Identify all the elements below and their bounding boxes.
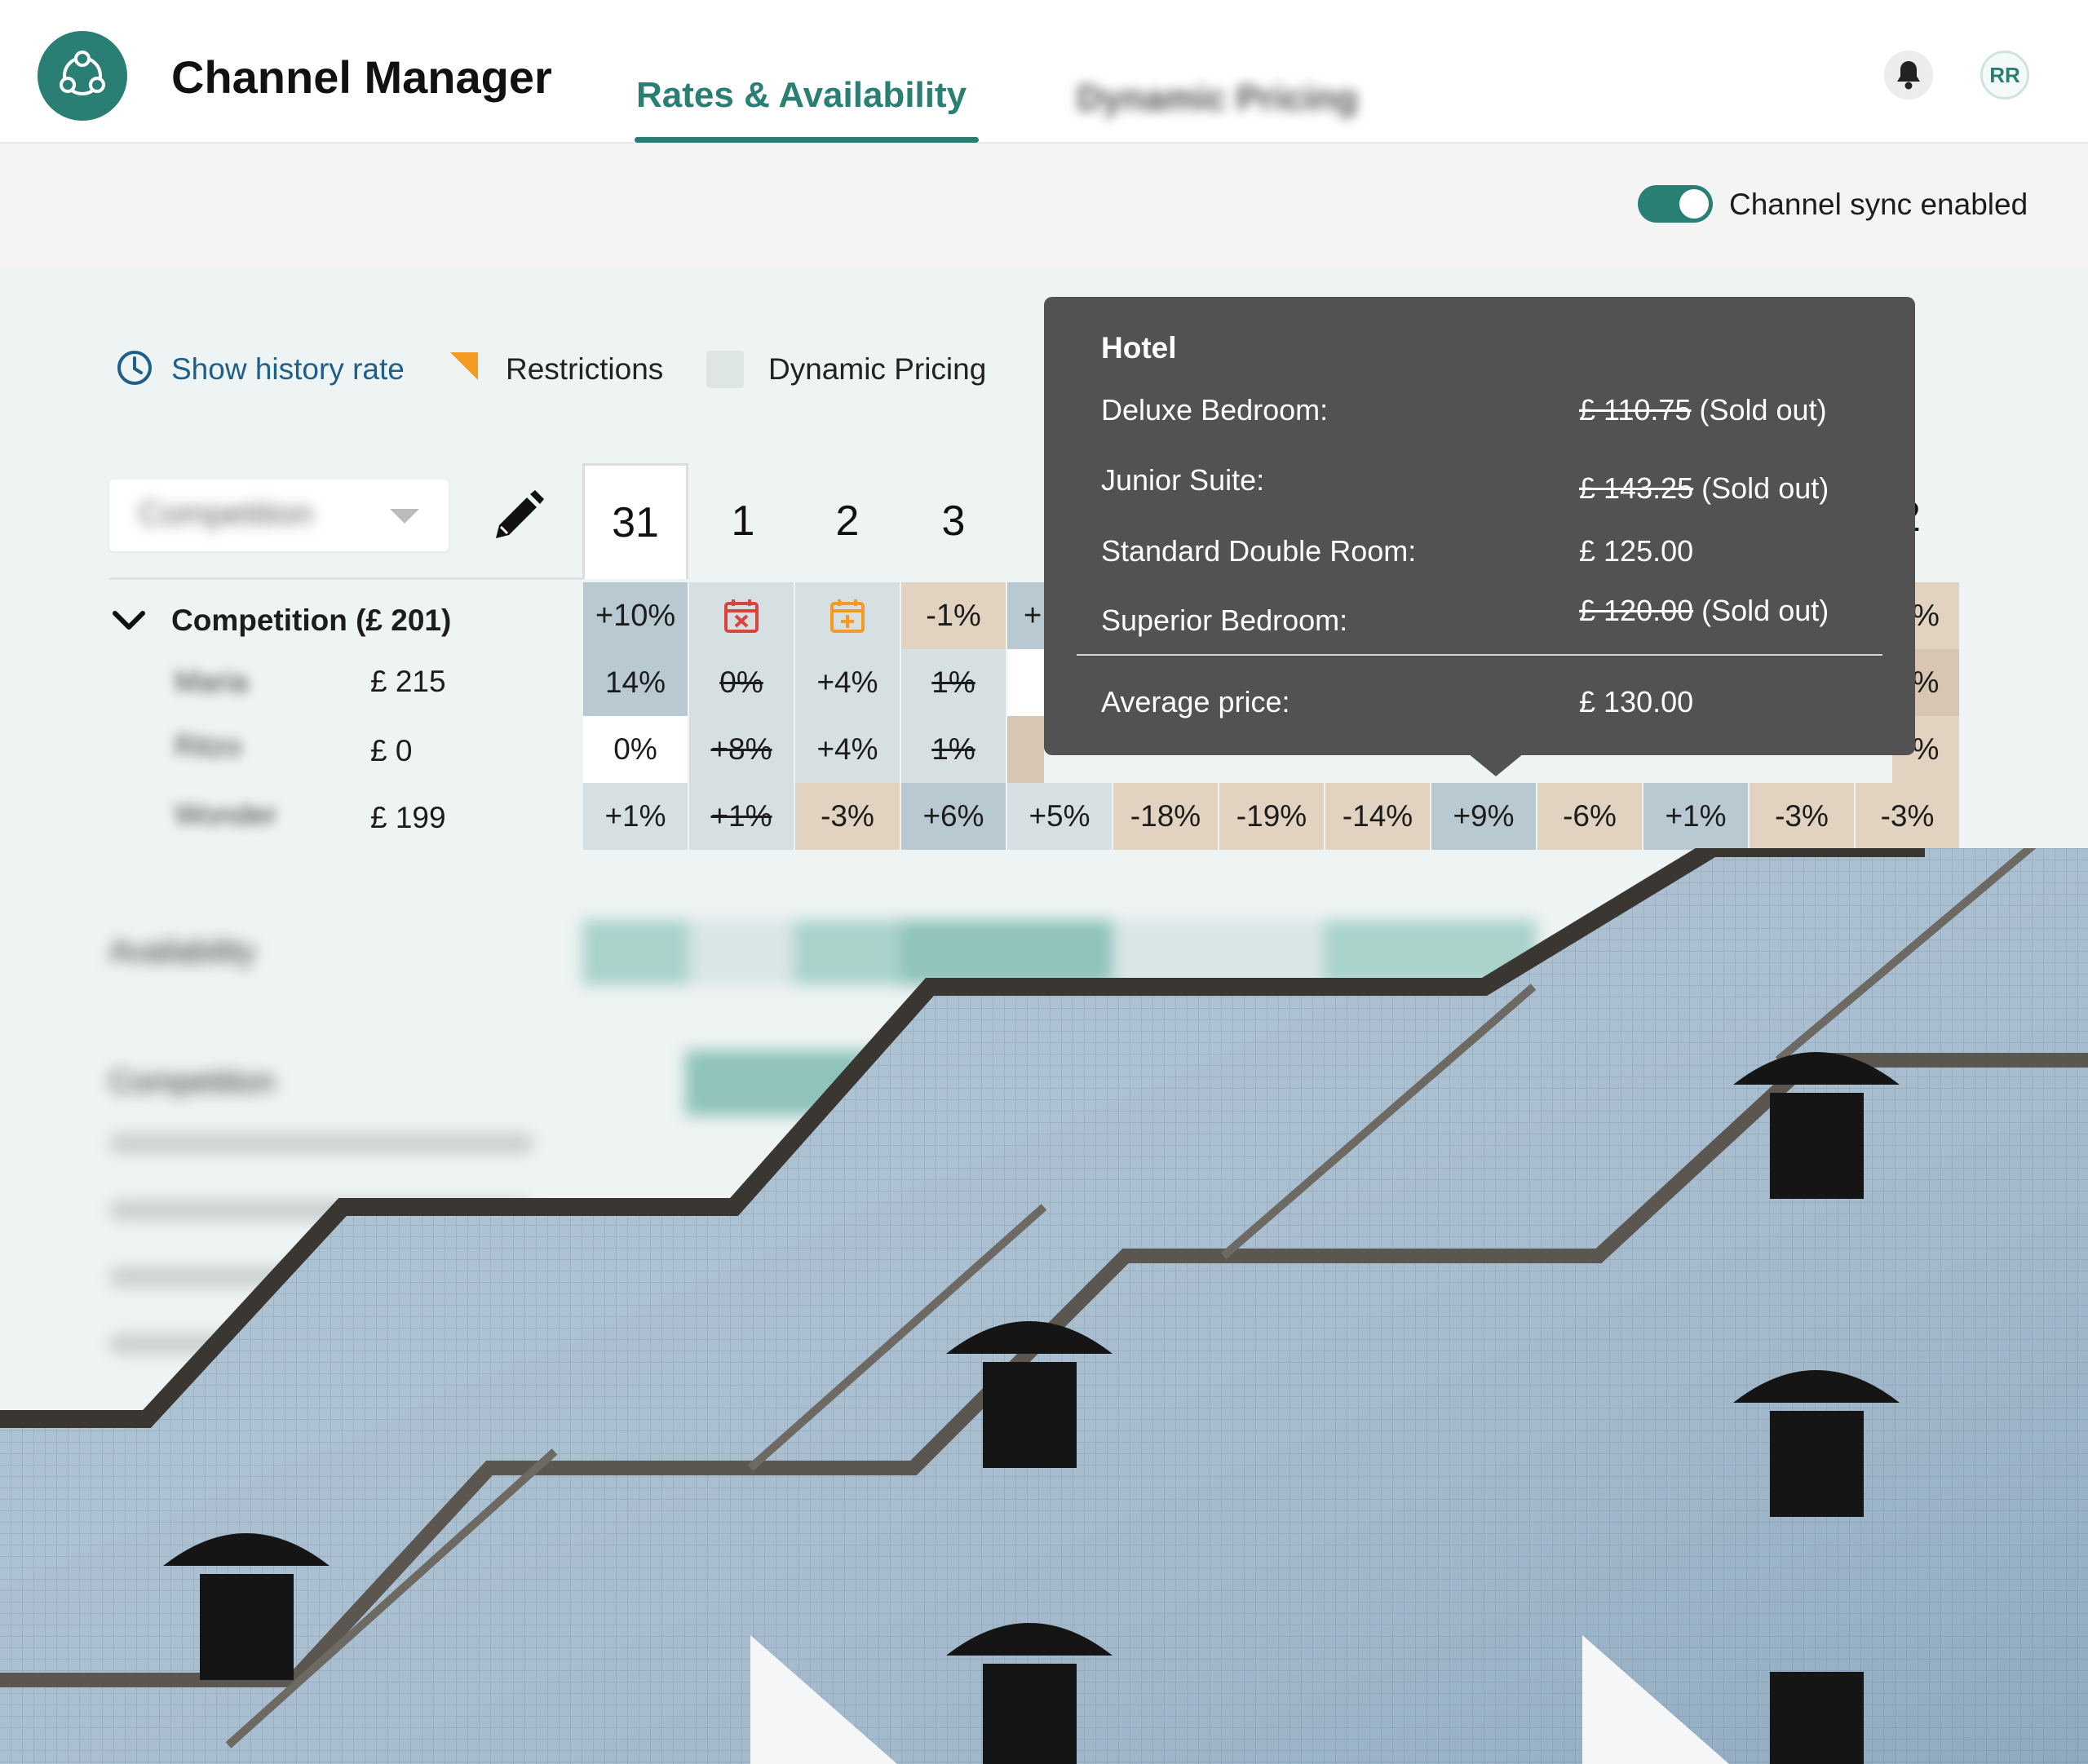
date-header-31[interactable]: 31 — [582, 463, 688, 579]
rate-cell[interactable]: 1% — [901, 716, 1006, 783]
rate-cell[interactable]: +1% — [1643, 783, 1748, 850]
room-price: £ 110.75 (Sold out) — [1579, 393, 1827, 427]
rate-cell-partial[interactable] — [1007, 649, 1044, 716]
rate-cell[interactable]: 14% — [583, 649, 688, 716]
date-header-2[interactable]: 2 — [794, 463, 900, 579]
competitor-name: Wonder — [175, 798, 277, 831]
rate-cell[interactable]: -14% — [1325, 783, 1430, 850]
rate-cell-partial[interactable]: + — [1007, 582, 1044, 649]
rate-cell[interactable]: -3% — [1856, 783, 1959, 850]
date-header-3[interactable]: 3 — [900, 463, 1006, 579]
average-price-label: Average price: — [1101, 685, 1290, 718]
competition-select-value: Competition — [139, 496, 313, 532]
clock-icon[interactable] — [116, 349, 153, 391]
rate-cell[interactable]: 0% — [583, 716, 688, 783]
competitor-name: Ritzo — [175, 729, 242, 763]
collapse-chevron-icon[interactable] — [111, 608, 147, 639]
show-history-rate-link[interactable]: Show history rate — [171, 352, 405, 387]
calendar-add-icon — [830, 599, 865, 633]
app-title: Channel Manager — [171, 51, 552, 103]
logo-icon[interactable] — [38, 31, 127, 121]
rate-cell[interactable]: +4% — [795, 716, 900, 783]
rate-cell[interactable]: +1% — [689, 783, 794, 850]
competitor-price: £ 199 — [370, 801, 446, 834]
restriction-closed-cell[interactable] — [689, 582, 794, 649]
top-bar: Channel Manager Rates & Availability Dyn… — [0, 0, 2088, 144]
competition-select[interactable]: Competition — [109, 480, 449, 551]
rate-cell[interactable]: -3% — [1750, 783, 1854, 850]
room-price: £ 125.00 — [1579, 534, 1694, 568]
restrictions-legend-label: Restrictions — [506, 352, 664, 386]
room-label: Superior Bedroom: — [1101, 603, 1348, 637]
dynamic-pricing-swatch — [706, 351, 744, 388]
tooltip-divider — [1077, 654, 1882, 656]
rate-cell[interactable]: -18% — [1113, 783, 1218, 850]
toggle-knob — [1677, 187, 1711, 221]
chevron-down-icon — [390, 509, 419, 524]
bell-icon[interactable] — [1884, 51, 1933, 99]
restriction-open-cell[interactable] — [795, 582, 900, 649]
hotel-rates-tooltip: Hotel Deluxe Bedroom: £ 110.75 (Sold out… — [1044, 297, 1915, 776]
tab-rates-availability[interactable]: Rates & Availability — [636, 75, 967, 116]
rate-cell[interactable]: 1% — [901, 649, 1006, 716]
tab-dynamic-pricing[interactable]: Dynamic Pricing — [1077, 78, 1358, 119]
tooltip-pointer — [1468, 754, 1524, 776]
rate-cell[interactable]: +9% — [1431, 783, 1536, 850]
calendar-closed-icon — [724, 599, 759, 633]
room-price: £ 143.25 (Sold out) — [1579, 471, 1829, 505]
dynamic-pricing-legend-label: Dynamic Pricing — [768, 352, 987, 386]
active-tab-indicator — [635, 137, 979, 143]
competitor-price: £ 0 — [370, 734, 413, 767]
competitor-price: £ 215 — [370, 665, 446, 698]
rate-cell[interactable]: +1% — [583, 783, 688, 850]
rate-cell[interactable]: +4% — [795, 649, 900, 716]
rate-cell[interactable]: +10% — [583, 582, 688, 649]
rate-cell[interactable]: 0% — [689, 649, 794, 716]
date-header-1[interactable]: 1 — [690, 463, 796, 579]
room-label: Standard Double Room: — [1101, 534, 1417, 568]
channel-sync-toggle[interactable] — [1638, 185, 1713, 223]
rate-cell[interactable]: -19% — [1219, 783, 1324, 850]
rate-cell[interactable]: +5% — [1007, 783, 1112, 850]
competition-group-label: Competition (£ 201) — [171, 603, 452, 637]
rate-cell-partial[interactable] — [1007, 716, 1044, 783]
grid-divider — [109, 577, 582, 580]
tooltip-title: Hotel — [1101, 331, 1177, 365]
room-price: £ 120.00 (Sold out) — [1579, 594, 1829, 627]
room-label: Deluxe Bedroom: — [1101, 393, 1329, 427]
pencil-icon[interactable] — [489, 488, 546, 549]
rate-cell[interactable]: -1% — [901, 582, 1006, 649]
building-photo — [0, 848, 2088, 1764]
avatar[interactable]: RR — [1980, 51, 2029, 99]
average-price-value: £ 130.00 — [1579, 685, 1694, 718]
channel-sync-label: Channel sync enabled — [1729, 188, 2028, 221]
rate-cell[interactable]: -6% — [1537, 783, 1642, 850]
rate-cell[interactable]: +6% — [901, 783, 1006, 850]
restriction-flag-icon — [450, 352, 478, 384]
competitor-name: Maria — [175, 665, 249, 698]
rate-cell[interactable]: +8% — [689, 716, 794, 783]
room-label: Junior Suite: — [1101, 463, 1265, 497]
rate-cell[interactable]: -3% — [795, 783, 900, 850]
